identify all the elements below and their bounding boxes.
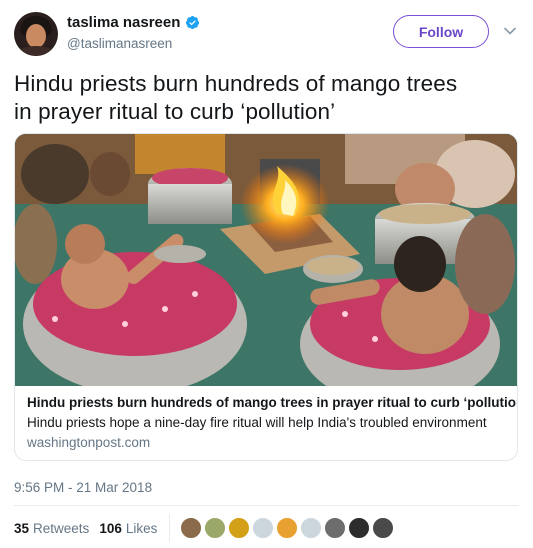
liker-avatar[interactable]: [180, 517, 203, 539]
liker-avatar[interactable]: [324, 517, 347, 539]
photo-priests-fire-ritual-icon: [15, 134, 517, 386]
tweet-timestamp[interactable]: 9:56 PM - 21 Mar 2018: [14, 480, 152, 495]
retweets-label[interactable]: Retweets: [33, 521, 89, 536]
user-names[interactable]: taslima nasreen @taslimanasreen: [67, 14, 200, 51]
tweet-text-line: in prayer ritual to curb ‘pollution’: [14, 99, 336, 124]
link-card[interactable]: Hindu priests burn hundreds of mango tre…: [14, 133, 518, 461]
follow-button[interactable]: Follow: [393, 15, 489, 48]
likes-label[interactable]: Likes: [126, 521, 158, 536]
liker-avatar[interactable]: [276, 517, 299, 539]
likes-count[interactable]: 106: [99, 521, 122, 536]
retweets-count[interactable]: 35: [14, 521, 29, 536]
liker-avatar[interactable]: [228, 517, 251, 539]
card-title[interactable]: Hindu priests burn hundreds of mango tre…: [27, 394, 517, 412]
display-name-text[interactable]: taslima nasreen: [67, 14, 180, 31]
user-handle[interactable]: @taslimanasreen: [67, 36, 200, 51]
liker-avatar[interactable]: [252, 517, 275, 539]
retweets-stat[interactable]: 35 Retweets: [14, 521, 89, 536]
likers-avatars: [180, 517, 395, 539]
verified-badge-icon: [186, 15, 200, 30]
liker-avatar[interactable]: [372, 517, 395, 539]
card-description: Hindu priests hope a nine-day fire ritua…: [27, 415, 487, 430]
user-avatar[interactable]: [14, 12, 58, 56]
display-name[interactable]: taslima nasreen: [67, 14, 200, 31]
card-meta[interactable]: Hindu priests burn hundreds of mango tre…: [15, 386, 517, 452]
liker-avatar[interactable]: [348, 517, 371, 539]
tweet-header: taslima nasreen @taslimanasreen Follow: [14, 12, 519, 56]
tweet-stats: 35 Retweets 106 Likes: [14, 514, 395, 542]
card-image[interactable]: [15, 134, 517, 386]
chevron-down-icon[interactable]: [503, 24, 517, 38]
liker-avatar[interactable]: [204, 517, 227, 539]
liker-avatar[interactable]: [300, 517, 323, 539]
tweet-text-line: Hindu priests burn hundreds of mango tre…: [14, 71, 458, 96]
likes-stat[interactable]: 106 Likes: [99, 521, 157, 536]
stats-separator: [169, 514, 171, 542]
divider: [14, 505, 519, 506]
card-domain: washingtonpost.com: [27, 435, 151, 450]
tweet-text: Hindu priests burn hundreds of mango tre…: [14, 70, 519, 126]
